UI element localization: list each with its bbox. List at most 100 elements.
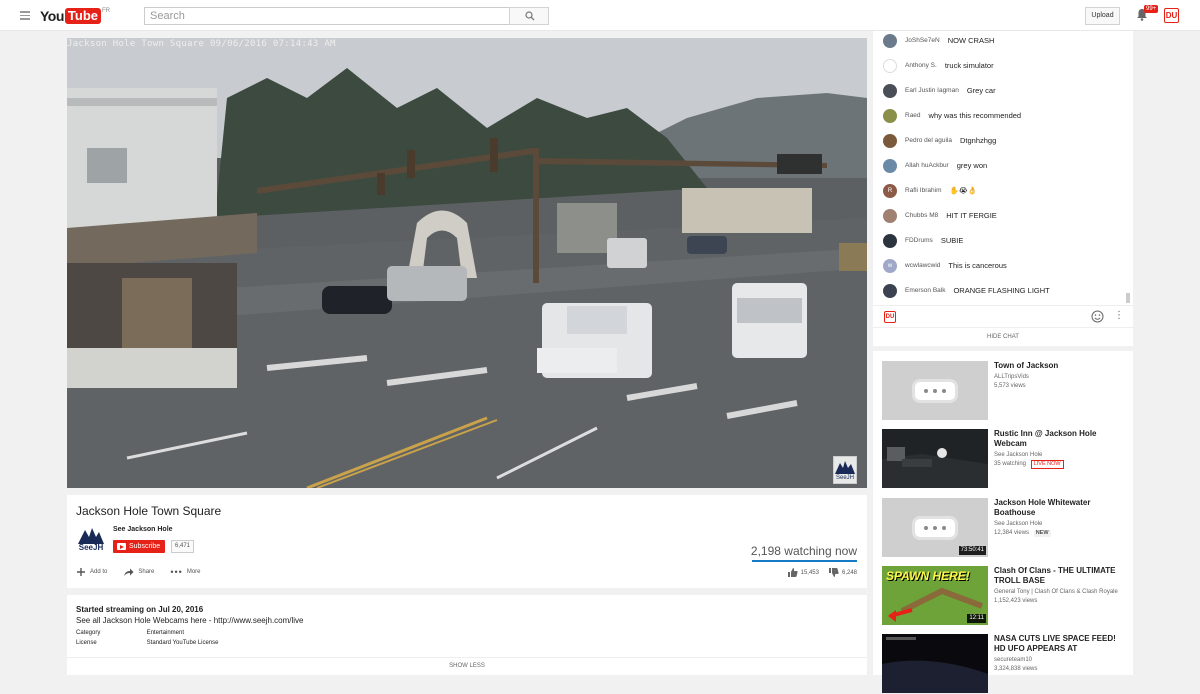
recommended-video-item[interactable]: NASA CUTS LIVE SPACE FEED! HD UFO APPEAR… [882, 634, 1132, 694]
chat-author-name[interactable]: Raed [905, 112, 921, 119]
new-badge: NEW [1033, 530, 1051, 537]
dislike-button[interactable]: 6,248 [828, 568, 857, 577]
subscribe-button[interactable]: Subscribe [113, 540, 166, 553]
menu-icon[interactable] [20, 11, 30, 20]
add-to-button[interactable]: Add to [76, 567, 107, 577]
recommended-video-channel: ALLTripsVids [994, 374, 1029, 380]
chat-author-name[interactable]: FDDrums [905, 237, 933, 244]
video-frame-scene [67, 38, 867, 488]
dislike-count: 6,248 [841, 569, 857, 576]
video-thumbnail[interactable] [882, 361, 988, 420]
chat-author-avatar[interactable] [883, 158, 897, 173]
chat-user-avatar: DU [884, 311, 896, 323]
chat-author-avatar[interactable]: w [883, 258, 897, 273]
video-thumbnail[interactable]: 73:50:41 [882, 498, 988, 557]
emoji-icon[interactable] [1091, 310, 1104, 323]
chat-author-name[interactable]: Rafli Ibrahim [905, 187, 941, 194]
recommended-video-channel: secureteam10 [994, 657, 1033, 663]
recommended-video-title[interactable]: Clash Of Clans - THE ULTIMATE TROLL BASE [994, 566, 1129, 586]
chat-author-name[interactable]: Earl Justin Iagman [905, 87, 959, 94]
category-value[interactable]: Entertainment [147, 630, 184, 636]
search-button[interactable] [509, 7, 549, 25]
like-count: 15,453 [800, 569, 819, 576]
chat-input-bar: DU ⋮ [873, 305, 1133, 327]
chat-message-text: Grey car [966, 86, 996, 95]
subscribe-label: Subscribe [129, 543, 161, 550]
recommended-video-item[interactable]: Rustic Inn @ Jackson Hole Webcam See Jac… [882, 429, 1132, 489]
recommended-video-views: 12,384 views [994, 530, 1030, 536]
recommended-video-item[interactable]: SPAWN HERE! 12:11 Clash Of Clans - THE U… [882, 566, 1132, 626]
chat-author-name[interactable]: Chubbs M8 [905, 212, 938, 219]
recommended-video-channel: See Jackson Hole [994, 452, 1043, 458]
more-label: More [186, 569, 201, 575]
chat-author-name[interactable]: Emerson Balk [905, 287, 945, 294]
channel-avatar-text: SeeJH [78, 543, 104, 552]
chat-message: Pedro del aguila Dtgnhzhgg [883, 128, 1123, 153]
thumbnail-caption: SPAWN HERE! [886, 569, 970, 583]
chat-author-avatar[interactable] [883, 33, 897, 48]
show-less-button[interactable]: SHOW LESS [67, 657, 867, 669]
notification-count-badge: 99+ [1144, 5, 1159, 13]
chat-message: FDDrums SUBIE [883, 228, 1123, 253]
chat-author-name[interactable]: JoShSe7eN [905, 37, 940, 44]
thumbnail-placeholder-icon [915, 382, 955, 400]
account-avatar[interactable]: DU [1164, 8, 1179, 23]
chat-author-avatar[interactable]: R [883, 183, 897, 198]
hide-chat-button[interactable]: HIDE CHAT [873, 327, 1133, 346]
chat-scrollbar[interactable] [1126, 293, 1130, 303]
recommended-video-views: 1,152,423 views [994, 598, 1038, 604]
chat-author-avatar[interactable] [883, 58, 897, 73]
video-duration: 12:11 [967, 614, 986, 623]
chat-more-vertical-icon[interactable]: ⋮ [1114, 311, 1124, 321]
chat-author-avatar[interactable] [883, 133, 897, 148]
stream-start-date: Started streaming on Jul 20, 2016 [76, 605, 204, 614]
chat-author-name[interactable]: Anthony S. [905, 62, 937, 69]
subscriber-count: 6,471 [171, 540, 195, 553]
live-chat-panel: JoShSe7eN NOW CRASH Anthony S. truck simula… [873, 31, 1133, 346]
license-row: License Standard YouTube License [76, 640, 219, 646]
channel-name-link[interactable]: See Jackson Hole [113, 526, 173, 533]
recommended-video-title[interactable]: Town of Jackson [994, 361, 1129, 371]
chat-author-avatar[interactable] [883, 83, 897, 98]
chat-author-avatar[interactable] [883, 283, 897, 298]
chat-message: w wcwlawcwid This is cancerous [883, 253, 1123, 278]
youtube-logo[interactable]: You Tube FR [40, 8, 110, 24]
recommended-video-title[interactable]: Rustic Inn @ Jackson Hole Webcam [994, 429, 1129, 449]
chat-message: Earl Justin Iagman Grey car [883, 78, 1123, 103]
chat-author-avatar[interactable] [883, 233, 897, 248]
seejh-watermark-text: SeeJH [835, 475, 854, 481]
more-dots-icon: ••• [170, 567, 183, 577]
chat-author-name[interactable]: Pedro del aguila [905, 137, 952, 144]
chat-author-avatar[interactable] [883, 108, 897, 123]
video-thumbnail[interactable] [882, 429, 988, 488]
description-card: Started streaming on Jul 20, 2016 See al… [67, 595, 867, 675]
share-label: Share [138, 569, 155, 575]
video-title: Jackson Hole Town Square [76, 504, 222, 518]
add-to-label: Add to [90, 569, 108, 575]
upload-button[interactable]: Upload [1085, 7, 1120, 25]
recommended-video-title[interactable]: NASA CUTS LIVE SPACE FEED! HD UFO APPEAR… [994, 634, 1129, 654]
chat-author-name[interactable]: Allah huAckbur [905, 162, 949, 169]
channel-avatar[interactable]: SeeJH [76, 524, 106, 554]
search-input[interactable]: Search [144, 7, 510, 25]
share-button[interactable]: Share [123, 568, 154, 577]
like-dislike-bar: 15,453 6,248 [787, 568, 857, 577]
more-button[interactable]: ••• More [170, 567, 200, 577]
chat-author-avatar[interactable] [883, 208, 897, 223]
recommended-video-item[interactable]: Town of Jackson ALLTripsVids 5,573 views [882, 361, 1132, 421]
recommended-videos: Town of Jackson ALLTripsVids 5,573 views… [873, 351, 1133, 693]
recommended-video-item[interactable]: 73:50:41 Jackson Hole Whitewater Boathou… [882, 498, 1132, 558]
recommended-video-title[interactable]: Jackson Hole Whitewater Boathouse [994, 498, 1129, 518]
chat-message: Raed why was this recommended [883, 103, 1123, 128]
chat-message: Anthony S. truck simulator [883, 53, 1123, 78]
video-thumbnail[interactable] [882, 634, 988, 693]
like-button[interactable]: 15,453 [787, 568, 819, 577]
recommended-video-channel: General Tony | Clash Of Clans & Clash Ro… [994, 589, 1118, 595]
chat-message-text: ORANGE FLASHING LIGHT [953, 286, 1050, 295]
chat-author-name[interactable]: wcwlawcwid [905, 262, 940, 269]
video-player[interactable]: Jackson Hole Town Square 09/06/2016 07:1… [67, 38, 867, 488]
masthead: You Tube FR Search Upload 99+ DU [0, 0, 1200, 31]
chat-message-text: ✋😭👌 [949, 186, 977, 195]
live-now-badge: LIVE NOW [1030, 460, 1064, 469]
video-thumbnail[interactable]: SPAWN HERE! 12:11 [882, 566, 988, 625]
